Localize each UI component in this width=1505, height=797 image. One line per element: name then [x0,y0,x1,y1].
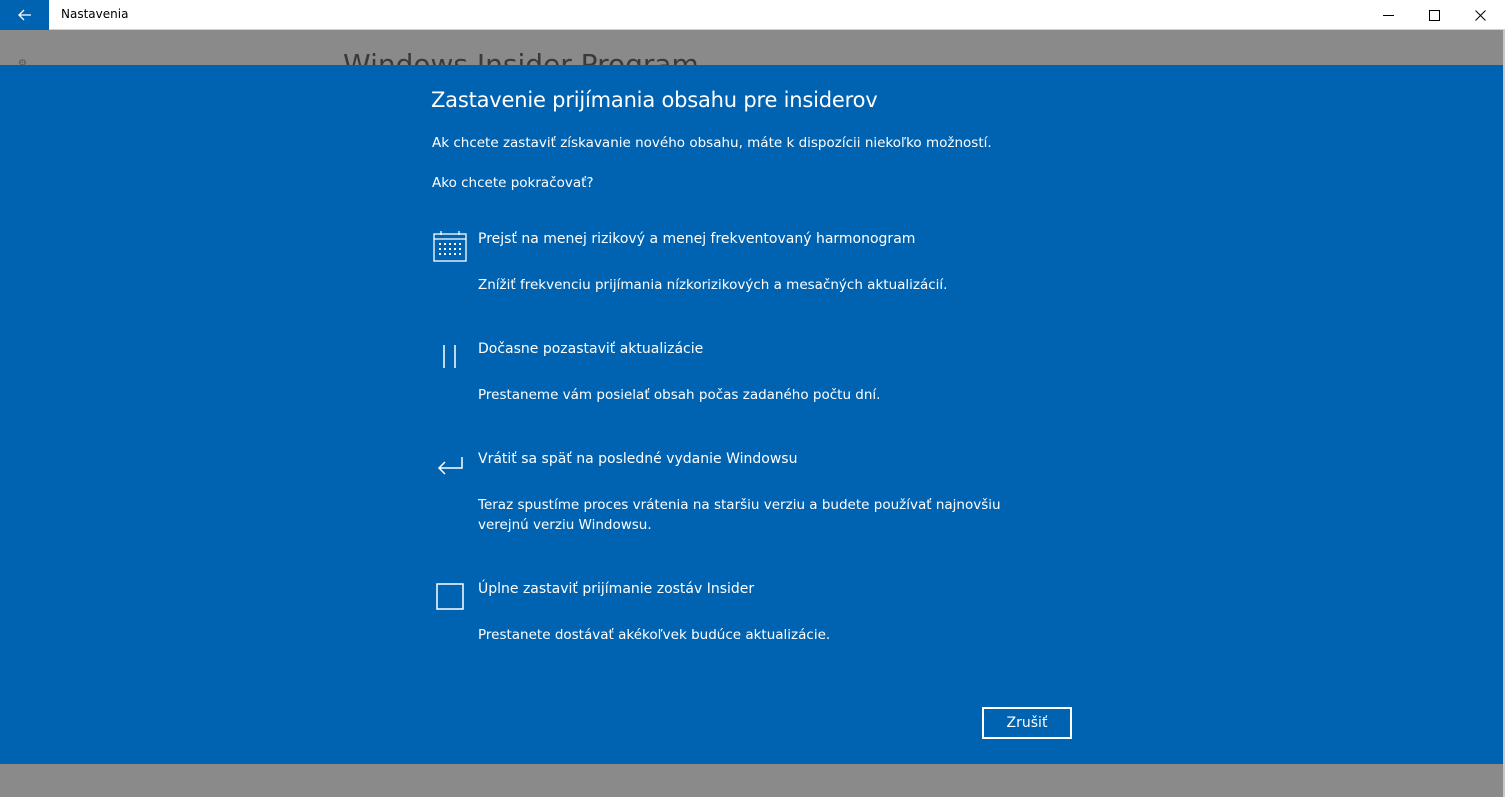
minimize-icon [1382,14,1394,16]
return-arrow-icon [437,457,463,475]
pause-icon [443,345,456,368]
option-rollback[interactable]: Vrátiť sa späť na posledné vydanie Windo… [432,450,1052,540]
dialog-intro: Ak chcete zastaviť získavanie nového obs… [432,135,992,151]
maximize-button[interactable] [1411,0,1457,30]
back-arrow-icon [17,9,31,21]
stop-square-icon [436,583,464,610]
close-button[interactable] [1457,0,1503,30]
option-schedule[interactable]: Prejsť na menej rizikový a menej frekven… [432,230,1052,300]
option-title: Vrátiť sa späť na posledné vydanie Windo… [478,451,798,467]
option-pause[interactable]: Dočasne pozastaviť aktualizácie Prestane… [432,340,1052,410]
calendar-icon [433,231,467,262]
option-description: Prestaneme vám posielať obsah počas zada… [478,387,881,403]
option-title: Dočasne pozastaviť aktualizácie [478,341,704,357]
option-title: Prejsť na menej rizikový a menej frekven… [478,231,916,247]
option-description: Teraz spustíme proces vrátenia na starši… [478,497,1001,533]
back-button[interactable] [0,0,49,30]
title-bar: Nastavenia [0,0,1505,30]
maximize-icon [1428,9,1440,21]
option-stop-completely[interactable]: Úplne zastaviť prijímanie zostáv Insider… [432,580,1052,650]
stop-insider-dialog: Zastavenie prijímania obsahu pre insider… [0,65,1503,764]
window-title: Nastavenia [61,7,129,21]
background-page-title: Windows Insider Program [343,48,699,65]
option-description: Znížiť frekvenciu prijímania nízkoriziko… [478,277,948,293]
cancel-button[interactable]: Zrušiť [982,707,1072,739]
option-description: Prestanete dostávať akékoľvek budúce akt… [478,627,831,643]
dialog-title: Zastavenie prijímania obsahu pre insider… [431,88,878,112]
option-title: Úplne zastaviť prijímanie zostáv Insider [478,581,755,597]
minimize-button[interactable] [1365,0,1411,30]
settings-home-icon: ⚙ [18,58,27,65]
close-icon [1474,9,1486,21]
dialog-question: Ako chcete pokračovať? [432,175,594,191]
